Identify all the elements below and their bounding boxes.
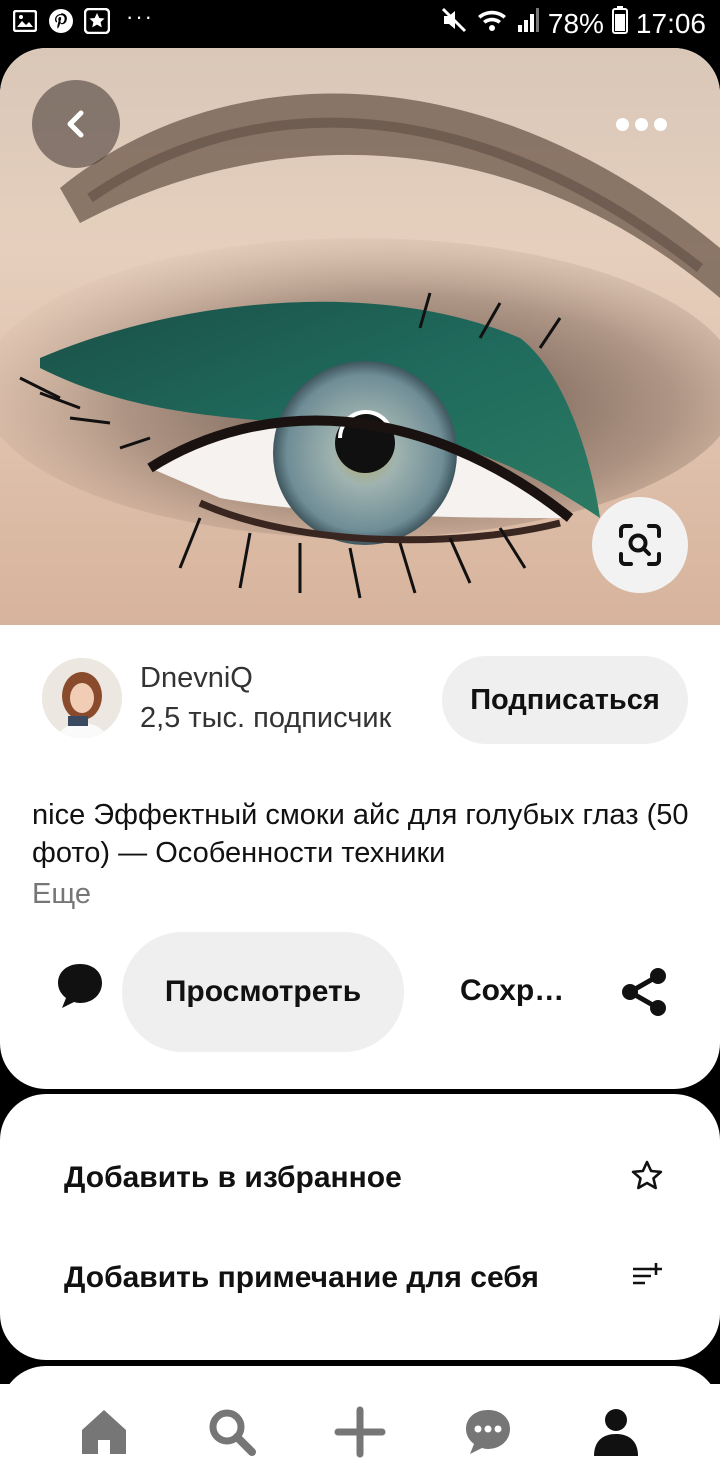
clock: 17:06 (635, 7, 706, 39)
profile-icon[interactable] (590, 1406, 642, 1458)
star-outline-icon (630, 1159, 664, 1198)
mute-icon (440, 6, 468, 41)
messages-icon[interactable] (462, 1406, 514, 1458)
share-icon[interactable] (618, 966, 670, 1018)
subscriber-count: 2,5 тыс. подписчик (140, 702, 392, 734)
plus-icon[interactable] (334, 1406, 386, 1458)
menu-item-label: Добавить в избранное (64, 1161, 402, 1194)
chevron-left-icon (67, 110, 84, 138)
pinterest-icon (48, 8, 74, 34)
pin-options-menu: Добавить в избранное Добавить примечание… (0, 1094, 720, 1360)
back-button[interactable] (32, 80, 120, 168)
more-dot (634, 117, 648, 131)
notification-more-dots: ··· (126, 4, 154, 29)
search-icon[interactable] (206, 1406, 258, 1458)
action-bar: Просмотреть Сохр… (0, 932, 720, 1052)
battery-icon (611, 6, 628, 41)
note-add-icon (630, 1259, 664, 1298)
pin-image[interactable] (0, 48, 720, 625)
wifi-icon (476, 7, 508, 40)
pin-description: nice Эффектный смоки айс для голубых гла… (32, 799, 689, 869)
star-app-icon (84, 8, 110, 34)
show-more-link[interactable]: Еще (32, 878, 91, 911)
save-button[interactable]: Сохр… (460, 974, 564, 1008)
status-bar: ··· 78% 17:06 (0, 0, 720, 48)
more-options-button[interactable] (606, 104, 676, 144)
view-button[interactable]: Просмотреть (122, 932, 404, 1052)
author-name[interactable]: DnevniQ (140, 662, 253, 695)
pin-card: DnevniQ 2,5 тыс. подписчик Подписаться n… (0, 48, 720, 1089)
menu-item-label: Добавить примечание для себя (64, 1261, 539, 1294)
avatar[interactable] (42, 658, 122, 738)
home-icon[interactable] (78, 1406, 130, 1458)
comment-icon[interactable] (54, 960, 106, 1012)
follow-button[interactable]: Подписаться (442, 656, 688, 744)
signal-icon (516, 7, 540, 40)
more-dot (653, 117, 667, 131)
battery-percent: 78% (547, 7, 604, 39)
author-row: DnevniQ 2,5 тыс. подписчик Подписаться (0, 656, 720, 746)
menu-item-add-favorite[interactable]: Добавить в избранное (64, 1148, 664, 1208)
bottom-navigation (0, 1384, 720, 1480)
visual-search-button[interactable] (592, 497, 688, 593)
menu-item-add-note[interactable]: Добавить примечание для себя (64, 1248, 664, 1308)
gallery-icon (12, 8, 38, 34)
more-dot (615, 117, 629, 131)
lens-search-icon (619, 524, 661, 566)
